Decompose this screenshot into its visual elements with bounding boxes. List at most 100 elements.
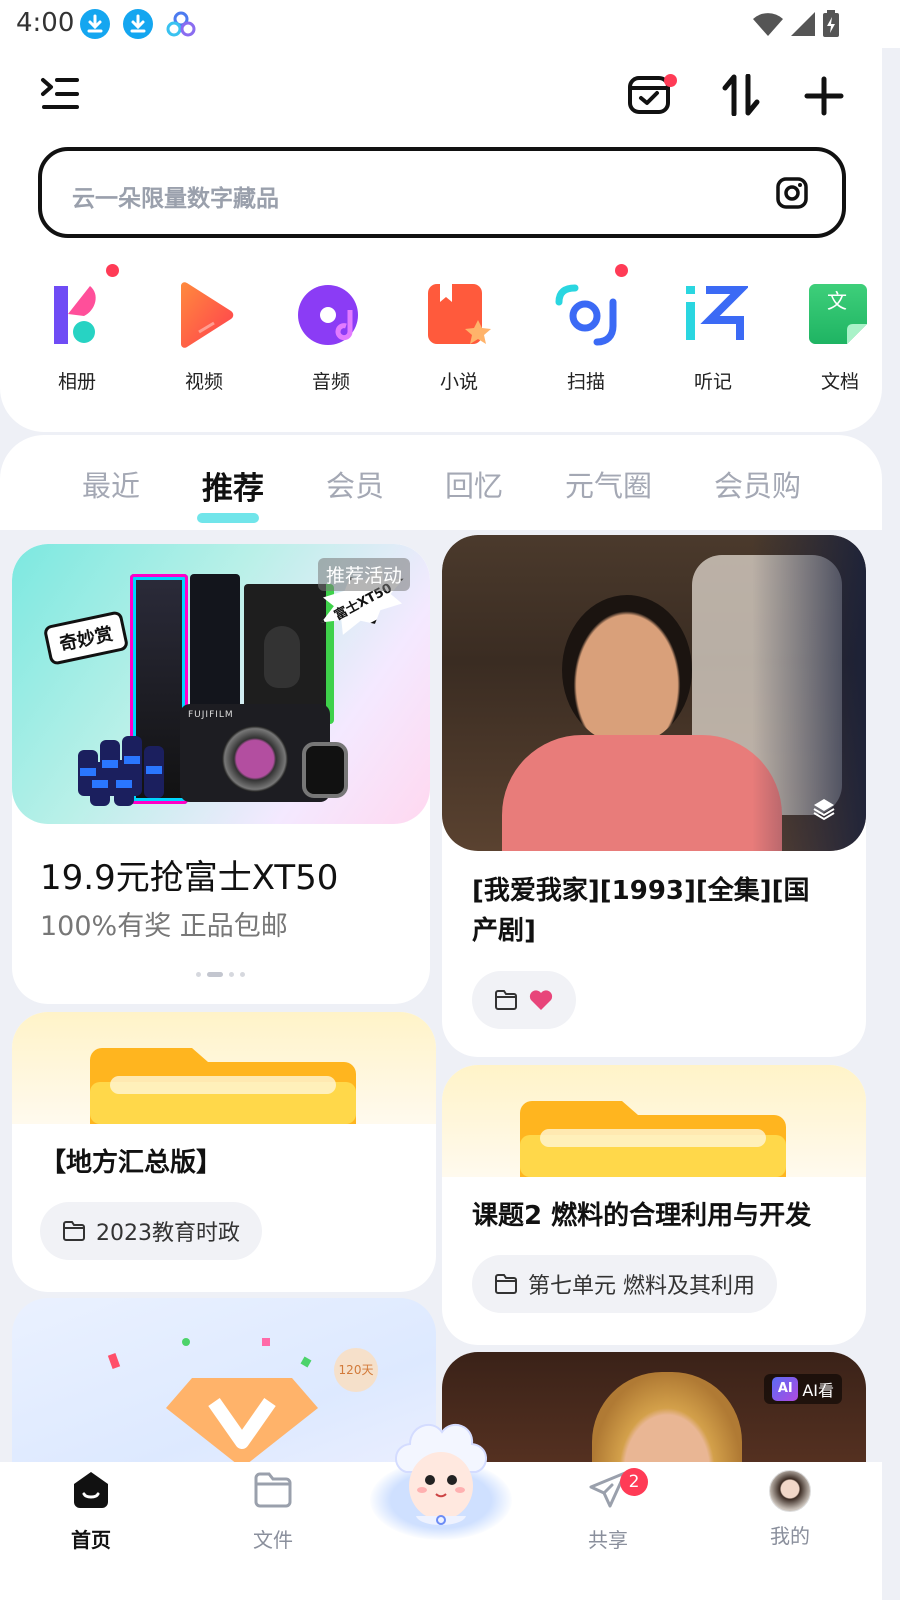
download-icon <box>123 9 153 39</box>
mascot-button[interactable] <box>370 1416 512 1546</box>
signal-icon <box>791 12 815 36</box>
heart-icon <box>529 990 553 1010</box>
cloud-app-icon <box>165 10 197 42</box>
nav-label: 共享 <box>588 1528 628 1552</box>
layers-icon <box>812 797 836 825</box>
promo-sticker: 奇妙赏 <box>42 610 130 666</box>
promo-badge: 推荐活动 <box>317 558 410 591</box>
vip-days-tag: 120天 <box>334 1348 378 1392</box>
folder-card[interactable]: 【地方汇总版】 2023教育时政 <box>12 1012 436 1292</box>
search-placeholder: 云一朵限量数字藏品 <box>72 186 279 212</box>
svg-text:文: 文 <box>827 289 847 313</box>
app-video[interactable]: 视频 <box>149 280 259 394</box>
ai-view-label: AI看 <box>802 1381 834 1400</box>
tab-member[interactable]: 会员 <box>326 463 384 505</box>
status-indicators <box>752 10 840 38</box>
app-novel[interactable]: 小说 <box>404 280 514 394</box>
app-scan[interactable]: 扫描 <box>531 264 641 394</box>
camera-brand: FUJIFILM <box>188 710 234 720</box>
folder-chip[interactable]: 2023教育时政 <box>40 1202 262 1260</box>
folder-chip-label: 第七单元 燃料及其利用 <box>528 1274 755 1299</box>
vip-badge-icon <box>166 1378 318 1465</box>
folder-chip-label: 2023教育时政 <box>96 1221 240 1246</box>
watch-image <box>302 742 348 798</box>
download-icon <box>80 9 110 39</box>
tab-recommend[interactable]: 推荐 <box>202 463 264 508</box>
app-listen-record[interactable]: 听记 <box>658 280 768 394</box>
promo-card[interactable]: FUJIFILM 奇妙赏 富士XT50 推荐活动 19.9元抢富士XT50 10… <box>12 544 430 1004</box>
tab-recent[interactable]: 最近 <box>82 463 140 505</box>
status-time: 4:00 <box>16 8 75 38</box>
top-panel: 云一朵限量数字藏品 相册 视频 音频 小说 扫描 听记 文 文档 <box>0 48 882 432</box>
content-panel: 最近 推荐 会员 回忆 元气圈 会员购 FUJIFILM 奇妙赏 富士XT50 … <box>0 435 882 1465</box>
camera-scan-icon[interactable] <box>776 177 808 213</box>
bottom-nav: 首页 文件 2 共享 我的 <box>0 1423 882 1600</box>
nav-home[interactable]: 首页 <box>31 1470 151 1553</box>
nav-label: 我的 <box>770 1524 810 1548</box>
feed-tabs: 最近 推荐 会员 回忆 元气圈 会员购 <box>0 463 882 523</box>
tab-vitality-circle[interactable]: 元气圈 <box>565 463 652 505</box>
home-icon <box>74 1472 108 1508</box>
app-album[interactable]: 相册 <box>22 264 132 394</box>
folder-icon <box>63 1221 85 1241</box>
folder-icon <box>520 1101 786 1177</box>
soda-bottles-image <box>76 722 168 808</box>
tab-memories[interactable]: 回忆 <box>445 463 503 505</box>
nav-label: 首页 <box>71 1528 111 1552</box>
app-label: 相册 <box>57 371 96 393</box>
photo-album-icon <box>42 264 119 350</box>
video-chip[interactable] <box>472 971 576 1029</box>
notification-dot <box>106 264 119 277</box>
folder-icon <box>495 1274 517 1294</box>
folder-banner <box>12 1012 436 1124</box>
app-label: 文档 <box>820 371 859 393</box>
folder-title: 【地方汇总版】 <box>40 1148 223 1178</box>
cloud-mascot-icon <box>395 1423 487 1525</box>
nav-mine[interactable]: 我的 <box>730 1470 850 1549</box>
video-thumbnail <box>442 535 866 851</box>
video-title: [我爱我家][1993][全集][国产剧] <box>472 876 810 946</box>
search-input[interactable]: 云一朵限量数字藏品 <box>38 147 846 238</box>
folder-title: 课题2 燃料的合理利用与开发 <box>472 1201 812 1231</box>
promo-subtitle: 100%有奖 正品包邮 <box>40 911 288 942</box>
app-label: 音频 <box>311 371 350 393</box>
folder-banner <box>442 1065 866 1177</box>
app-audio[interactable]: 音频 <box>276 280 386 394</box>
tab-member-shop[interactable]: 会员购 <box>714 463 801 505</box>
listen-record-icon <box>678 280 750 350</box>
nav-label: 文件 <box>253 1528 293 1552</box>
add-icon[interactable] <box>804 76 844 120</box>
notification-dot <box>615 264 628 277</box>
app-label: 视频 <box>184 371 223 393</box>
transfer-sort-icon[interactable] <box>722 73 760 120</box>
video-card[interactable]: [我爱我家][1993][全集][国产剧] <box>442 535 866 1057</box>
document-icon: 文 <box>805 280 875 350</box>
avatar <box>769 1470 811 1512</box>
checkin-calendar-icon[interactable] <box>627 72 677 120</box>
pink-shirt-image <box>502 735 782 851</box>
wifi-icon <box>753 13 783 37</box>
promo-title: 19.9元抢富士XT50 <box>40 858 339 898</box>
app-document[interactable]: 文 文档 <box>785 280 895 394</box>
person-head-image <box>562 595 692 745</box>
nav-share[interactable]: 2 共享 <box>548 1468 668 1553</box>
ai-view-button[interactable]: AI AI看 <box>764 1374 842 1404</box>
carousel-indicator <box>196 972 245 977</box>
nav-files[interactable]: 文件 <box>213 1470 333 1553</box>
novel-book-icon <box>424 280 494 350</box>
mouse-image <box>264 626 300 688</box>
folder-card[interactable]: 课题2 燃料的合理利用与开发 第七单元 燃料及其利用 <box>442 1065 866 1345</box>
app-label: 听记 <box>693 371 732 393</box>
video-play-icon <box>169 280 239 350</box>
audio-disc-icon <box>296 280 366 350</box>
active-tab-indicator <box>197 513 259 523</box>
quick-apps: 相册 视频 音频 小说 扫描 听记 文 文档 <box>0 264 882 393</box>
share-badge: 2 <box>620 1468 648 1496</box>
feed: FUJIFILM 奇妙赏 富士XT50 推荐活动 19.9元抢富士XT50 10… <box>0 530 882 1465</box>
person-image <box>592 1372 742 1465</box>
battery-icon <box>823 10 839 37</box>
folder-chip[interactable]: 第七单元 燃料及其利用 <box>472 1255 777 1313</box>
scan-icon <box>551 264 628 350</box>
app-label: 小说 <box>439 371 478 393</box>
menu-expand-icon[interactable] <box>40 76 80 116</box>
